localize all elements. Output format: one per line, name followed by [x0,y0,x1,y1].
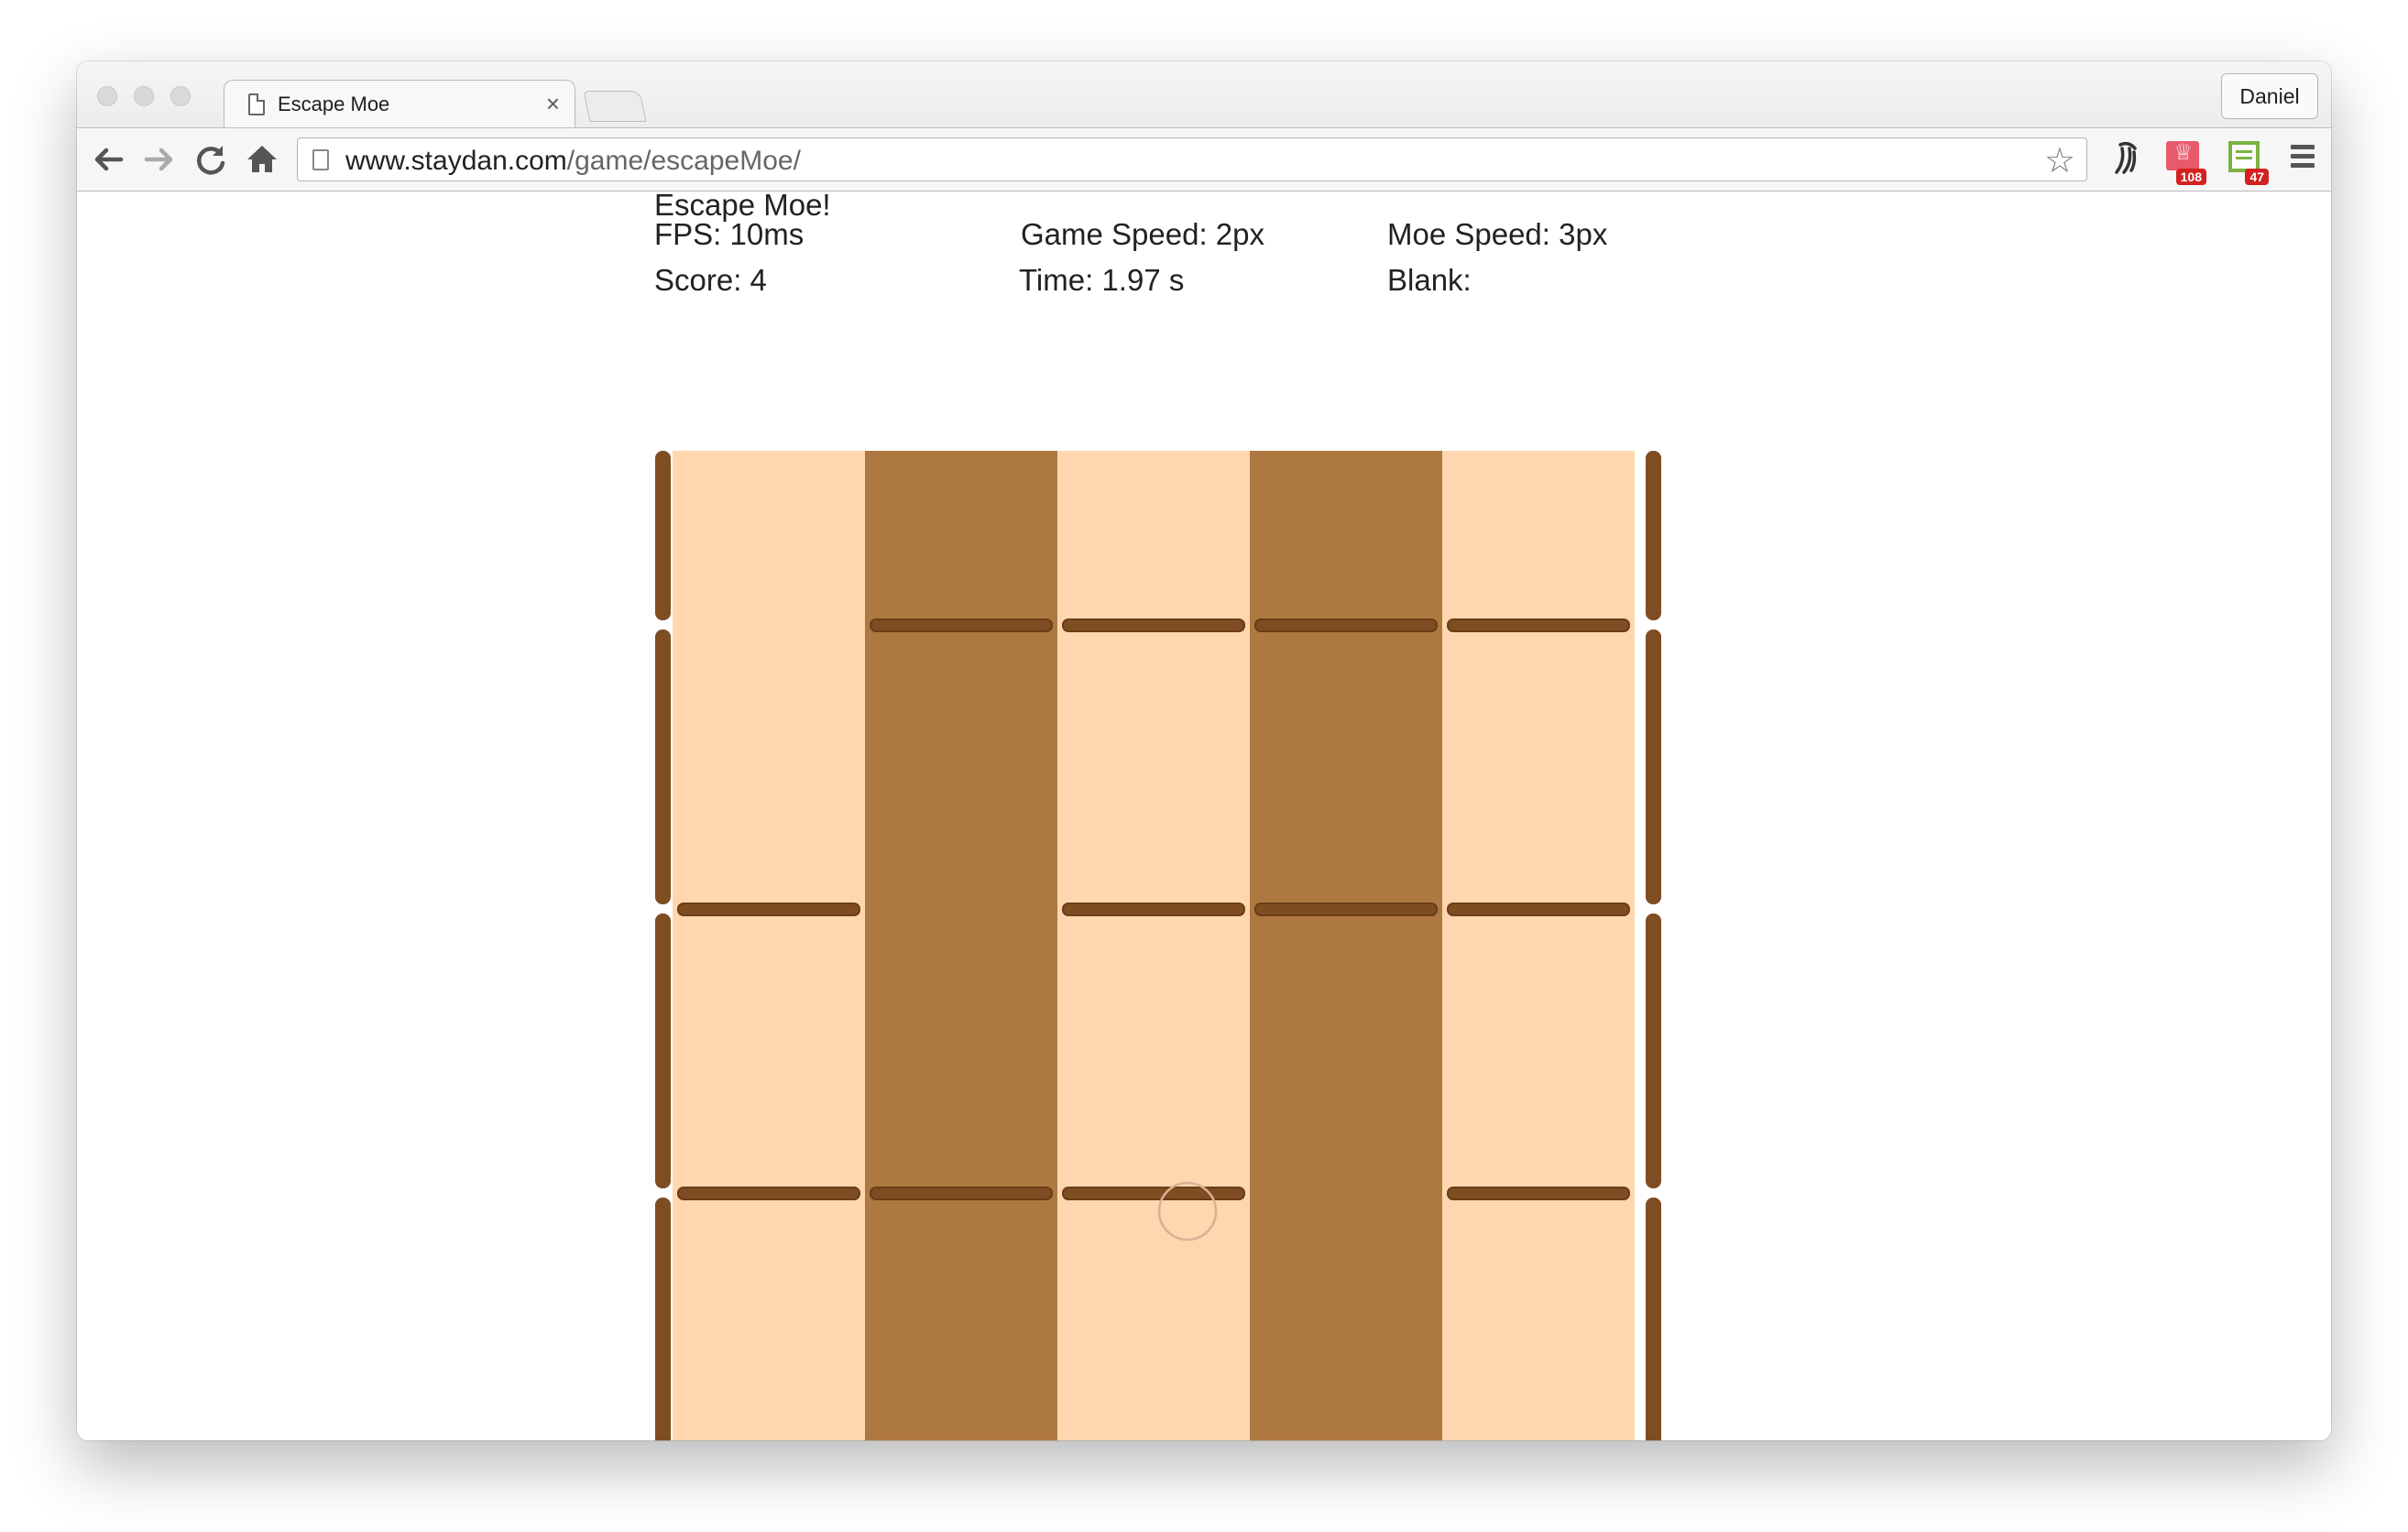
wall-segment [1254,618,1438,632]
zoom-window-button[interactable] [170,86,191,106]
board-column [1057,451,1250,1440]
fps-stat: FPS: 10ms [654,217,804,251]
page-content: Escape Moe! FPS: 10ms Game Speed: 2px Mo… [77,192,2331,1440]
url-path: /game/escapeMoe/ [566,146,801,176]
close-tab-icon[interactable]: × [546,90,560,118]
menu-icon[interactable] [2291,145,2315,170]
page-info-icon[interactable] [312,149,329,170]
blank-stat: Blank: [1387,263,1472,297]
wall-segment [677,903,860,916]
forward-arrow-icon [144,148,173,171]
document-icon [248,93,265,115]
fingerprint-extension-icon[interactable] [2104,137,2144,178]
wall-segment [1447,903,1630,916]
bookmark-star-icon[interactable]: ☆ [2044,140,2075,181]
url-host: www.staydan.com [345,146,567,176]
board-column [1250,451,1442,1440]
wall-segment [1447,618,1630,632]
browser-window: Escape Moe × Daniel www.staydan.com/game… [77,61,2331,1440]
board-column [865,451,1057,1440]
url-text[interactable]: www.staydan.com/game/escapeMoe/ [345,146,801,177]
home-icon [247,146,277,172]
score-stat: Score: 4 [654,263,767,297]
side-wall [655,1198,671,1440]
side-wall [655,451,671,620]
close-window-button[interactable] [97,86,117,106]
browser-toolbar: www.staydan.com/game/escapeMoe/ ☆ ♕ 108 … [77,127,2331,192]
reload-icon [197,146,225,175]
tab-title: Escape Moe [278,93,390,115]
moe-speed-stat: Moe Speed: 3px [1387,217,1608,251]
wall-segment [677,1187,860,1200]
wall-segment [1062,903,1245,916]
wall-segment [870,1187,1053,1200]
game-speed-stat: Game Speed: 2px [1021,217,1264,251]
side-wall [1646,629,1661,904]
side-wall [1646,1198,1661,1440]
wall-segment [1062,618,1245,632]
home-button[interactable] [244,141,280,178]
address-bar[interactable]: www.staydan.com/game/escapeMoe/ ☆ [297,137,2087,181]
board-column [673,451,865,1440]
side-wall [655,914,671,1188]
wall-segment [1254,903,1438,916]
game-board[interactable] [654,451,1662,1440]
extension-badge: 47 [2245,169,2269,185]
side-wall [1646,914,1661,1188]
list-extension-icon[interactable]: 47 [2225,137,2269,185]
back-button[interactable] [90,141,126,178]
forward-button[interactable] [141,141,178,178]
wall-segment [1447,1187,1630,1200]
side-wall [1646,451,1661,620]
tab-strip: Escape Moe × Daniel [77,61,2331,129]
wall-segment [870,618,1053,632]
trophy-extension-icon[interactable]: ♕ 108 [2162,137,2206,185]
minimize-window-button[interactable] [134,86,154,106]
back-arrow-icon [94,148,124,171]
tab-escape-moe[interactable]: Escape Moe × [224,80,575,129]
wall-segment [1062,1187,1245,1200]
extension-badge: 108 [2175,169,2206,185]
side-wall [655,629,671,904]
board-column [1442,451,1635,1440]
reload-button[interactable] [192,141,229,178]
profile-button[interactable]: Daniel [2221,73,2318,119]
time-stat: Time: 1.97 s [1019,263,1185,297]
new-tab-button[interactable] [583,91,647,122]
